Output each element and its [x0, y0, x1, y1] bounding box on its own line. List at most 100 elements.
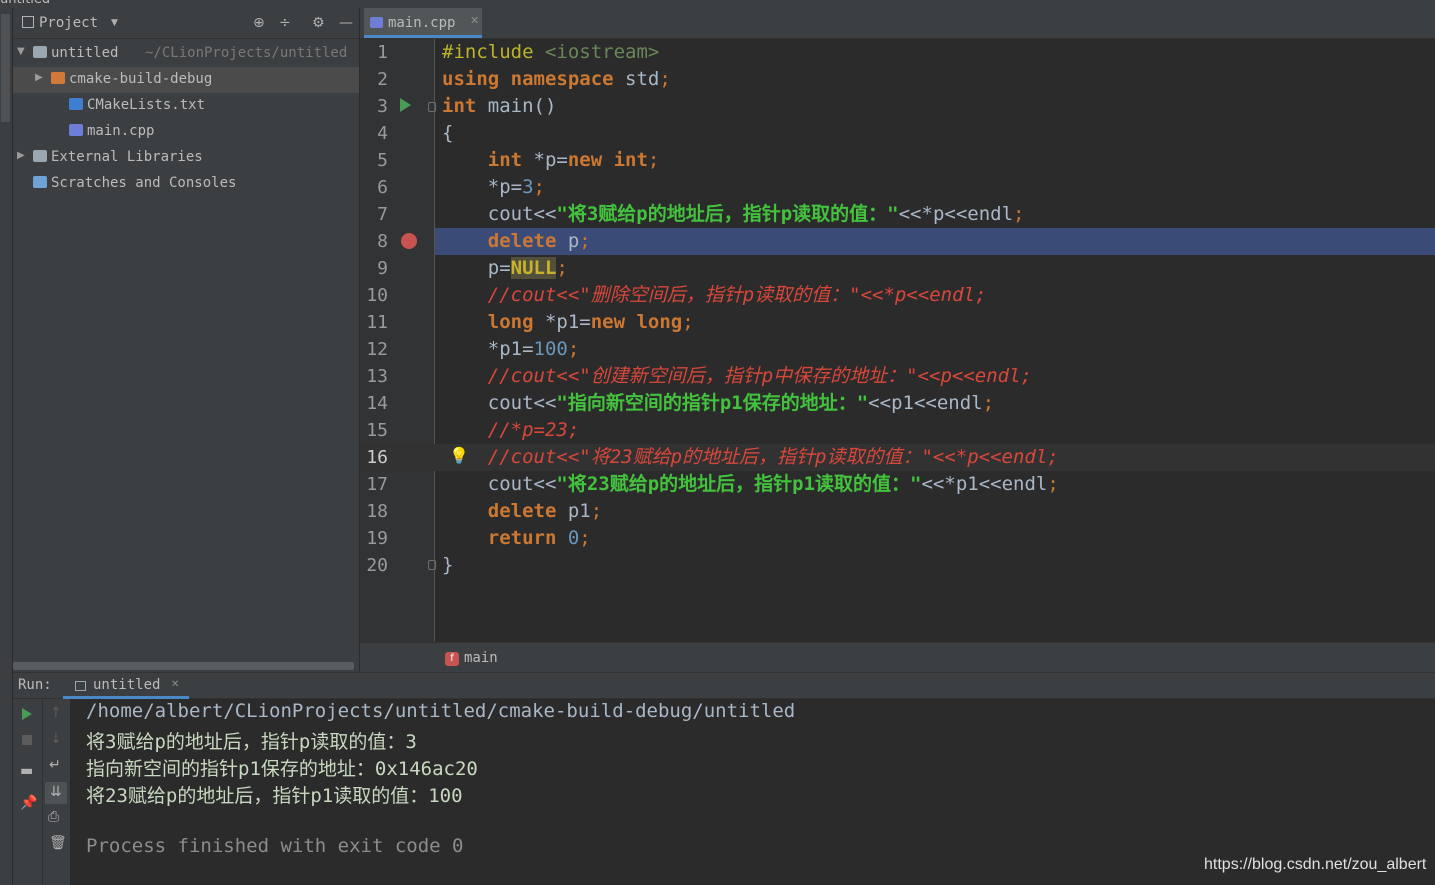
code-token: <<	[913, 392, 937, 414]
up-arrow-icon[interactable]: ↑	[50, 705, 62, 721]
code-line[interactable]: cout<<"将23赋给p的地址后，指针p1读取的值："<<*p1<<endl;	[442, 471, 1059, 498]
gear-icon[interactable]: ⚙	[312, 15, 325, 31]
soft-wrap-icon[interactable]: ↵	[49, 757, 61, 773]
code-token: long	[442, 311, 545, 333]
code-token: p=	[442, 257, 511, 279]
console-line: Process finished with exit code 0	[86, 835, 464, 857]
code-line[interactable]: cout<<"指向新空间的指针p1保存的地址："<<p1<<endl;	[442, 390, 994, 417]
trash-icon[interactable]: 🗑	[49, 835, 67, 851]
code-token: {	[442, 122, 454, 144]
code-line[interactable]: p=NULL;	[442, 255, 568, 282]
stop-icon[interactable]	[22, 735, 32, 745]
line-number: 3	[377, 96, 388, 117]
code-line[interactable]: long *p1=new long;	[442, 309, 694, 336]
layout-icon[interactable]: ▬	[20, 763, 33, 779]
line-number: 8	[377, 231, 388, 252]
run-gutter-icon[interactable]	[400, 98, 411, 112]
breakpoint-icon[interactable]	[401, 233, 417, 249]
breadcrumb-item[interactable]: main	[464, 650, 498, 666]
down-arrow-icon[interactable]: ↓	[50, 731, 62, 747]
function-icon: f	[445, 652, 459, 666]
tree-item[interactable]: ▶ External Libraries	[13, 145, 359, 171]
chevron-down-icon[interactable]: ▼	[111, 18, 118, 28]
code-line[interactable]: *p1=100;	[442, 336, 580, 363]
code-token: cout	[442, 203, 534, 225]
expand-down-icon[interactable]: ▼	[17, 46, 25, 57]
code-token: //*p=23;	[442, 419, 580, 441]
code-token: ;	[1047, 473, 1059, 495]
fold-end-icon[interactable]	[428, 560, 436, 570]
expand-right-icon[interactable]: ▶	[17, 150, 25, 161]
code-line[interactable]: #include <iostream>	[442, 39, 659, 66]
project-tool-tab[interactable]	[1, 14, 10, 122]
code-line[interactable]: delete p;	[442, 228, 591, 255]
line-number: 14	[366, 393, 388, 414]
close-icon[interactable]: ✕	[470, 14, 479, 27]
tree-item[interactable]: ▼ untitled ~/CLionProjects/untitled	[13, 41, 359, 67]
code-line[interactable]: //*p=23;	[442, 417, 580, 444]
code-line[interactable]: *p=3;	[442, 174, 545, 201]
print-icon[interactable]: ⎙	[48, 809, 59, 825]
horizontal-scrollbar[interactable]	[13, 662, 354, 670]
code-line[interactable]: cout<<"将3赋给p的地址后，指针p读取的值："<<*p<<endl;	[442, 201, 1025, 228]
code-token: ;	[682, 311, 694, 333]
pin-icon[interactable]: 📌	[20, 795, 37, 811]
run-panel-header: Run: untitled ✕	[13, 672, 1435, 699]
console-line: 将23赋给p的地址后，指针p1读取的值：100	[86, 785, 463, 807]
line-number: 9	[377, 258, 388, 279]
line-number: 16	[366, 447, 388, 468]
rerun-icon[interactable]	[22, 708, 32, 720]
tree-item-path: ~/CLionProjects/untitled	[145, 45, 348, 61]
tab-main-cpp[interactable]: main.cpp ✕	[364, 8, 482, 38]
code-line[interactable]: //cout<<"创建新空间后，指针p中保存的地址："<<p<<endl;	[442, 363, 1032, 390]
collapse-all-icon[interactable]: ÷	[279, 15, 291, 31]
expand-right-icon[interactable]: ▶	[35, 72, 43, 83]
scroll-to-end-button[interactable]: ⇊	[45, 782, 67, 804]
tree-item-label: cmake-build-debug	[69, 71, 213, 87]
code-token: 100	[533, 338, 568, 360]
code-line[interactable]: //cout<<"将23赋给p的地址后，指针p读取的值："<<*p<<endl;	[442, 444, 1059, 471]
fold-icon[interactable]	[428, 102, 436, 112]
code-token: "将23赋给p的地址后，指针p1读取的值："	[556, 473, 922, 495]
line-number: 10	[366, 285, 388, 306]
line-number: 18	[366, 501, 388, 522]
line-number: 13	[366, 366, 388, 387]
code-token: <<	[944, 203, 968, 225]
code-line[interactable]: using namespace std;	[442, 66, 671, 93]
tree-item[interactable]: main.cpp	[13, 119, 359, 145]
code-token: ;	[556, 257, 568, 279]
code-token: endl	[936, 392, 983, 414]
code-token: NULL	[510, 257, 557, 279]
hide-icon[interactable]: —	[339, 15, 353, 31]
code-line[interactable]: //cout<<"删除空间后，指针p读取的值："<<*p<<endl;	[442, 282, 987, 309]
tree-item[interactable]: ▶ cmake-build-debug	[13, 67, 359, 93]
line-number: 1	[377, 42, 388, 63]
code-token: //cout<<"创建新空间后，指针p中保存的地址："<<p<<endl;	[442, 365, 1032, 387]
tree-item[interactable]: CMakeLists.txt	[13, 93, 359, 119]
close-icon[interactable]: ✕	[171, 679, 179, 690]
lightbulb-icon[interactable]: 💡	[449, 446, 469, 465]
locate-icon[interactable]: ⊕	[253, 15, 265, 31]
code-token: *p1	[944, 473, 979, 495]
code-line[interactable]: int *p=new int;	[442, 147, 660, 174]
run-tab-untitled[interactable]: untitled ✕	[63, 673, 189, 699]
code-line[interactable]: delete p1;	[442, 498, 602, 525]
code-token: int	[442, 95, 488, 117]
code-line[interactable]: int main()	[442, 93, 556, 120]
breadcrumb: f main	[360, 642, 1435, 673]
code-token: new int	[567, 149, 648, 171]
scroll-to-end-icon: ⇊	[50, 784, 62, 800]
code-line[interactable]: {	[442, 120, 453, 147]
line-number: 20	[366, 555, 388, 576]
code-line[interactable]: }	[442, 552, 453, 579]
code-token: delete	[442, 500, 568, 522]
project-panel-title[interactable]: Project	[39, 15, 98, 31]
code-token: endl	[1001, 473, 1048, 495]
tree-item[interactable]: Scratches and Consoles	[13, 171, 359, 197]
code-line[interactable]: return 0;	[442, 525, 591, 552]
tree-item-label: Scratches and Consoles	[51, 175, 237, 191]
code-token: ;	[590, 500, 603, 522]
code-token: <<	[533, 392, 557, 414]
code-token: "指向新空间的指针p1保存的地址："	[556, 392, 869, 414]
code-token: <<	[898, 203, 922, 225]
